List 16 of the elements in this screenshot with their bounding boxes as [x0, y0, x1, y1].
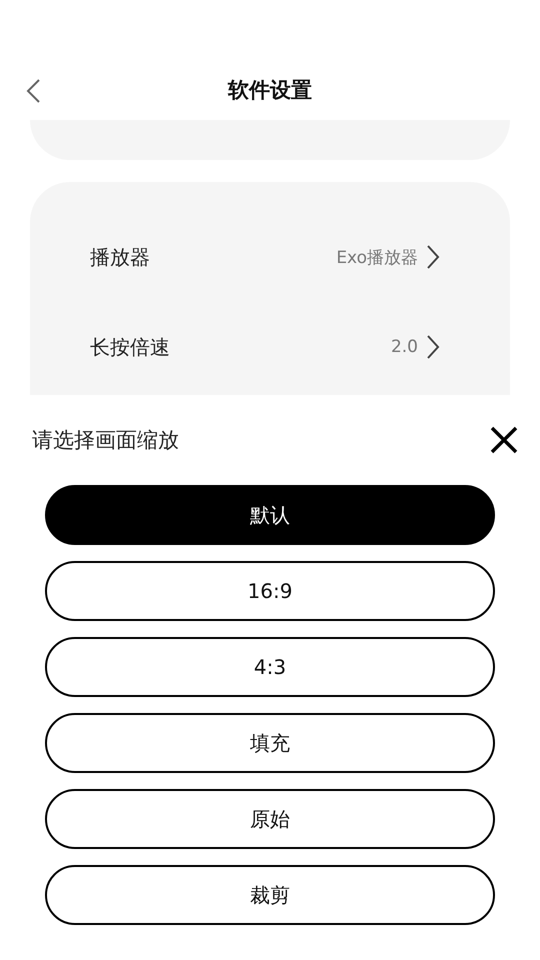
option-button[interactable]: 填充: [45, 713, 495, 773]
option-button[interactable]: 默认: [45, 485, 495, 545]
chevron-icon[interactable]: [426, 334, 440, 360]
back-icon[interactable]: [24, 78, 42, 104]
setting-value: 2.0: [390, 337, 418, 357]
page-title: 软件设置: [228, 77, 312, 104]
setting-label: 播放器: [90, 244, 151, 270]
setting-label: 长按倍速: [90, 334, 171, 360]
option-button[interactable]: 16:9: [45, 561, 495, 621]
chevron-icon[interactable]: [426, 244, 440, 270]
sheet-title: 请选择画面缩放: [32, 427, 179, 454]
option-button[interactable]: 4:3: [45, 637, 495, 697]
close-icon[interactable]: [490, 426, 518, 454]
option-button[interactable]: 原始: [45, 789, 495, 849]
option-button[interactable]: 裁剪: [45, 865, 495, 925]
setting-value: Exo播放器: [336, 246, 418, 268]
